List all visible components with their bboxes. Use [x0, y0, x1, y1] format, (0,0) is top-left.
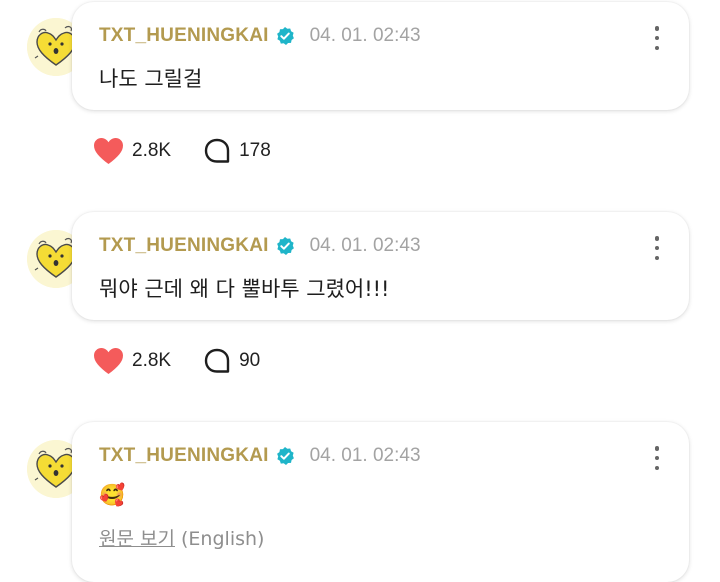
like-button[interactable]: 2.8K	[93, 137, 171, 165]
comment-count: 90	[239, 350, 261, 371]
author-row: TXT_HUENINGKAI 04. 01. 02:43	[99, 234, 421, 258]
more-options-icon[interactable]	[653, 446, 661, 470]
author-row: TXT_HUENINGKAI 04. 01. 02:43	[99, 24, 421, 48]
author-row: TXT_HUENINGKAI 04. 01. 02:43	[99, 444, 421, 468]
reaction-bar: 2.8K 178	[93, 136, 271, 166]
timestamp: 04. 01. 02:43	[309, 235, 421, 256]
verified-badge-icon	[276, 447, 294, 465]
author-name[interactable]: TXT_HUENINGKAI	[99, 445, 269, 467]
comment-text: 🥰	[99, 483, 126, 507]
comment-bubble: TXT_HUENINGKAI 04. 01. 02:43 나도 그릴걸	[72, 2, 689, 110]
comment-text: 뭐야 근데 왜 다 뿔바투 그렸어!!!	[99, 277, 390, 301]
comment-button[interactable]: 90	[203, 347, 260, 375]
author-name[interactable]: TXT_HUENINGKAI	[99, 25, 269, 47]
verified-badge-icon	[276, 237, 294, 255]
comment-button[interactable]: 178	[203, 137, 271, 165]
like-count: 2.8K	[132, 140, 172, 161]
comment-bubble: TXT_HUENINGKAI 04. 01. 02:43 🥰 원문 보기 (En…	[72, 422, 689, 582]
comment-count: 178	[239, 140, 271, 161]
heart-icon	[94, 348, 123, 374]
comment-text: 나도 그릴걸	[99, 67, 203, 91]
translation-language: (English)	[181, 528, 265, 550]
more-options-icon[interactable]	[653, 236, 661, 260]
view-original-link[interactable]: 원문 보기	[99, 528, 175, 550]
more-options-icon[interactable]	[653, 26, 661, 50]
like-count: 2.8K	[132, 350, 172, 371]
comment-bubble: TXT_HUENINGKAI 04. 01. 02:43 뭐야 근데 왜 다 뿔…	[72, 212, 689, 320]
timestamp: 04. 01. 02:43	[309, 445, 421, 466]
translate-row: 원문 보기 (English)	[99, 524, 264, 551]
like-button[interactable]: 2.8K	[93, 347, 171, 375]
heart-icon	[94, 138, 123, 164]
author-name[interactable]: TXT_HUENINGKAI	[99, 235, 269, 257]
timestamp: 04. 01. 02:43	[309, 25, 421, 46]
comment-bubble-icon	[204, 348, 230, 373]
comment-bubble-icon	[204, 138, 230, 163]
reaction-bar: 2.8K 90	[93, 346, 260, 376]
verified-badge-icon	[276, 27, 294, 45]
